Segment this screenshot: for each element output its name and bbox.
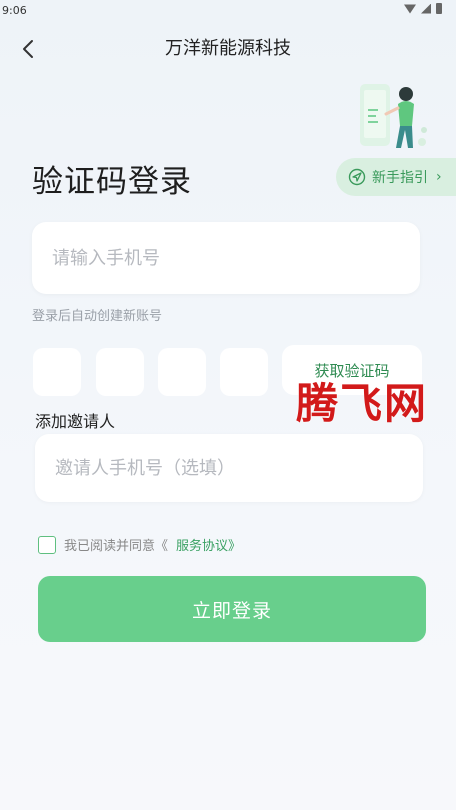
status-time: 9:06 xyxy=(2,4,27,17)
phone-field[interactable] xyxy=(32,222,420,294)
invite-phone-input[interactable] xyxy=(35,434,423,502)
agreement-row: 我已阅读并同意《 服务协议》 xyxy=(38,535,241,554)
service-agreement-link[interactable]: 服务协议》 xyxy=(176,535,241,554)
status-icons xyxy=(404,3,442,14)
login-button[interactable]: 立即登录 xyxy=(38,576,426,642)
watermark: 腾飞网 xyxy=(296,379,429,428)
status-bar: 9:06 xyxy=(0,0,456,22)
page-title: 万洋新能源科技 xyxy=(165,38,291,59)
beginner-guide-button[interactable]: 新手指引 › xyxy=(336,158,456,196)
phone-input[interactable] xyxy=(32,222,420,294)
wifi-icon xyxy=(404,4,416,14)
battery-icon xyxy=(436,3,442,14)
guide-label: 新手指引 xyxy=(372,170,428,186)
invite-field[interactable] xyxy=(35,434,423,502)
auto-register-hint: 登录后自动创建新账号 xyxy=(32,309,163,324)
invite-label: 添加邀请人 xyxy=(35,412,116,431)
code-digit-1[interactable] xyxy=(33,348,81,396)
nav-bar: 万洋新能源科技 xyxy=(0,22,456,72)
guide-illustration xyxy=(354,80,432,154)
cell-signal-icon xyxy=(421,3,431,14)
code-digit-4[interactable] xyxy=(220,348,268,396)
login-heading: 验证码登录 xyxy=(32,164,192,200)
person-with-phone-illustration xyxy=(360,84,427,148)
code-digit-2[interactable] xyxy=(96,348,144,396)
navigation-arrow-icon xyxy=(348,168,366,186)
code-digit-3[interactable] xyxy=(158,348,206,396)
agreement-checkbox[interactable] xyxy=(38,535,56,554)
chevron-right-icon: › xyxy=(436,169,442,185)
agreement-text: 我已阅读并同意《 xyxy=(64,539,169,554)
